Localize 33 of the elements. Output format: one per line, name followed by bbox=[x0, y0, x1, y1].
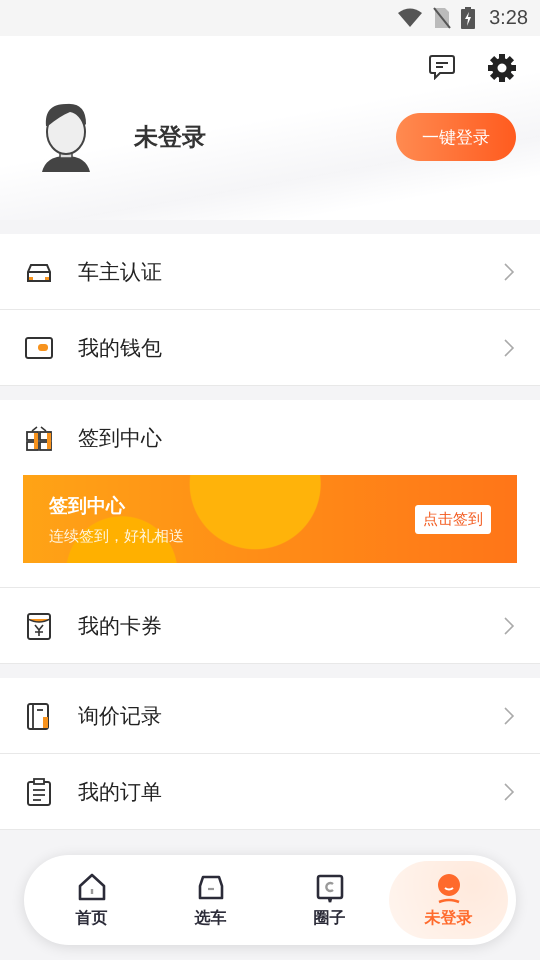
menu-row[interactable]: 车主认证 bbox=[0, 234, 540, 310]
chevron-right-icon bbox=[504, 782, 514, 800]
user-name: 未登录 bbox=[134, 122, 207, 153]
house-icon bbox=[76, 872, 108, 904]
menu-label: 询价记录 bbox=[78, 702, 163, 730]
menu-row[interactable]: 签到中心 bbox=[0, 400, 540, 475]
tab[interactable]: 圈子 bbox=[270, 861, 389, 939]
menu-row[interactable]: 我的订单 bbox=[0, 754, 540, 830]
chat-bubble-icon bbox=[314, 872, 346, 904]
menu-row[interactable]: 询价记录 bbox=[0, 678, 540, 754]
chevron-right-icon bbox=[504, 616, 514, 634]
no-sim-icon bbox=[433, 7, 452, 29]
menu-label: 车主认证 bbox=[78, 258, 163, 286]
chevron-right-icon bbox=[504, 262, 514, 280]
menu-label: 我的订单 bbox=[78, 778, 163, 806]
settings-icon[interactable] bbox=[488, 54, 516, 82]
wifi-icon bbox=[397, 8, 424, 28]
menu-label: 我的卡券 bbox=[78, 612, 163, 640]
tab[interactable]: 首页 bbox=[32, 861, 151, 939]
status-time: 3:28 bbox=[489, 6, 528, 30]
tab[interactable]: 选车 bbox=[151, 861, 270, 939]
chevron-right-icon bbox=[504, 706, 514, 724]
banner-title: 签到中心 bbox=[49, 494, 126, 518]
menu-label: 我的钱包 bbox=[78, 334, 163, 362]
menu-row[interactable]: 我的钱包 bbox=[0, 310, 540, 386]
chevron-right-icon bbox=[504, 338, 514, 356]
battery-icon bbox=[461, 7, 476, 29]
menu-label: 签到中心 bbox=[78, 424, 163, 452]
message-icon[interactable] bbox=[428, 54, 456, 80]
clipboard-icon bbox=[24, 776, 54, 806]
envelope-icon bbox=[24, 610, 54, 640]
menu-row[interactable]: 我的卡券 bbox=[0, 588, 540, 664]
banner-subtitle: 连续签到，好礼相送 bbox=[49, 526, 184, 546]
